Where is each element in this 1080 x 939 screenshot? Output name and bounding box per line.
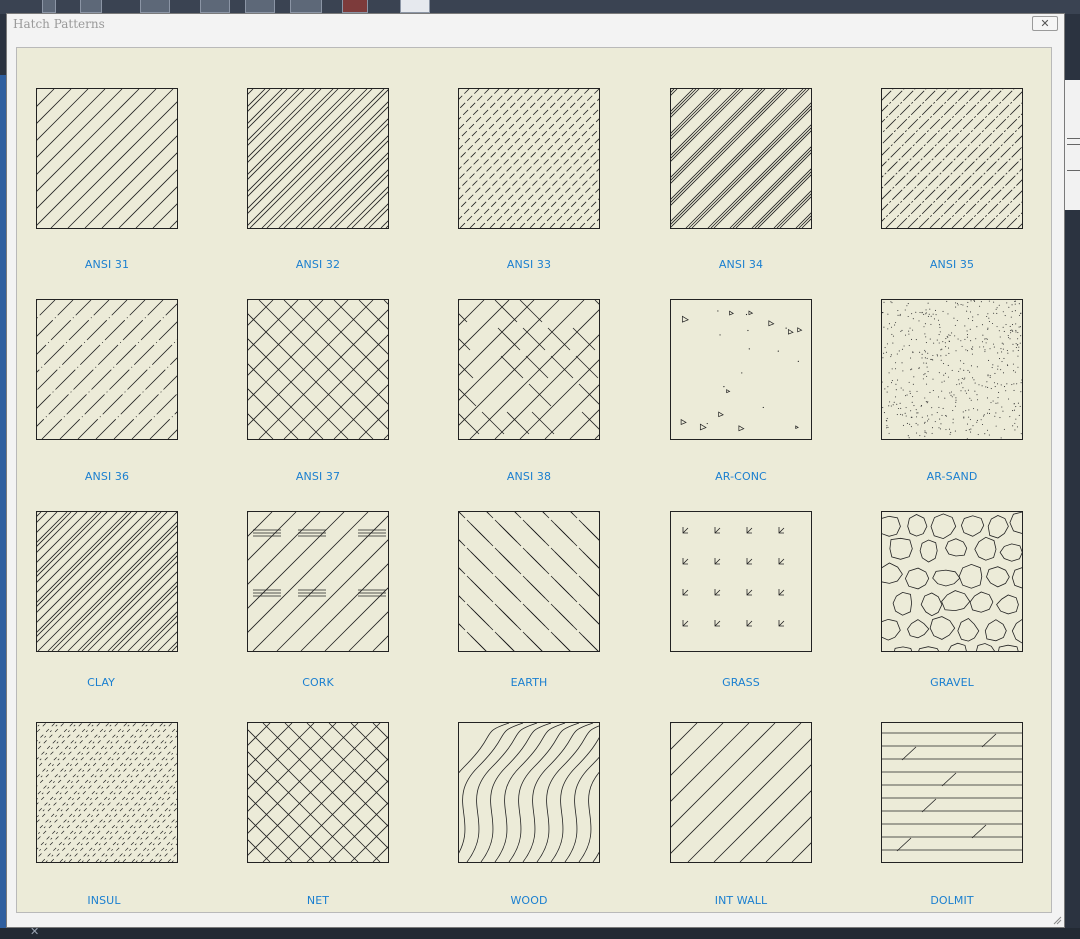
diagonal-dashed-lines-pattern-icon: [459, 89, 599, 228]
cork-pattern[interactable]: [247, 511, 389, 652]
close-button[interactable]: ✕: [1032, 16, 1058, 31]
pattern-label[interactable]: GRAVEL: [872, 676, 1032, 689]
concrete-pattern-icon: [680, 310, 803, 432]
pattern-gallery: ANSI 31 ANSI 32 ANSI 33 ANSI 34 ANSI 35 ANSI …: [16, 47, 1052, 913]
diagonal-lines-pattern-icon: [37, 89, 177, 228]
pattern-label[interactable]: ANSI 32: [238, 258, 398, 271]
diagonal-lines-pattern[interactable]: [36, 88, 178, 229]
pattern-label[interactable]: NET: [238, 894, 398, 907]
interior-wall-pattern[interactable]: [670, 722, 812, 863]
pattern-label[interactable]: ANSI 33: [449, 258, 609, 271]
pattern-label[interactable]: ANSI 38: [449, 470, 609, 483]
pattern-label[interactable]: EARTH: [449, 676, 609, 689]
crosshatch-pattern[interactable]: [247, 299, 389, 440]
dolomite-pattern-icon: [882, 732, 1022, 852]
pattern-label[interactable]: CLAY: [21, 676, 181, 689]
pattern-label[interactable]: WOOD: [449, 894, 609, 907]
grass-pattern[interactable]: [670, 511, 812, 652]
pdf-icon: [342, 0, 368, 13]
diagonal-mixed-lines-pattern-icon: [882, 89, 1022, 228]
pattern-label[interactable]: INSUL: [24, 894, 184, 907]
background-panel: [1064, 80, 1080, 210]
diagonal-double-lines-pattern-icon: [248, 89, 388, 228]
pattern-label[interactable]: ANSI 35: [872, 258, 1032, 271]
pattern-label[interactable]: DOLMIT: [872, 894, 1032, 907]
wood-grain-pattern-icon: [459, 723, 599, 862]
net-pattern-icon: [248, 723, 388, 862]
concrete-pattern[interactable]: [670, 299, 812, 440]
resize-grip-icon[interactable]: [1052, 915, 1062, 925]
earth-pattern[interactable]: [458, 511, 600, 652]
pattern-label[interactable]: ANSI 31: [27, 258, 187, 271]
pattern-label[interactable]: INT WALL: [661, 894, 821, 907]
diagonal-dashed-lines-pattern[interactable]: [458, 88, 600, 229]
pattern-label[interactable]: ANSI 37: [238, 470, 398, 483]
earth-pattern-icon: [459, 512, 599, 651]
crosshatch-broken-pattern-icon: [459, 300, 599, 439]
diagonal-dot-dash-pattern[interactable]: [36, 299, 178, 440]
cork-pattern-icon: [248, 512, 388, 651]
insulation-pattern[interactable]: [36, 722, 178, 863]
gravel-pattern-icon: [882, 512, 1022, 651]
diagonal-dot-dash-pattern-icon: [37, 300, 177, 439]
toolbar-tool-icon: [290, 0, 322, 13]
title-bar[interactable]: Hatch Patterns ✕: [7, 14, 1064, 36]
toolbar-tool-icon: [140, 0, 170, 13]
crosshatch-pattern-icon: [248, 300, 388, 439]
gravel-pattern[interactable]: [881, 511, 1023, 652]
toolbar-tool-icon: [400, 0, 430, 13]
toolbar-tool-icon: [80, 0, 102, 13]
interior-wall-pattern-icon: [671, 723, 811, 862]
crosshatch-broken-pattern[interactable]: [458, 299, 600, 440]
pattern-label[interactable]: AR-CONC: [661, 470, 821, 483]
pattern-label[interactable]: ANSI 34: [661, 258, 821, 271]
diagonal-mixed-lines-pattern[interactable]: [881, 88, 1023, 229]
background-toolbar: [0, 0, 1080, 14]
sand-pattern[interactable]: [881, 299, 1023, 440]
pattern-label[interactable]: CORK: [238, 676, 398, 689]
diagonal-triple-lines-pattern[interactable]: [670, 88, 812, 229]
pattern-label[interactable]: GRASS: [661, 676, 821, 689]
background-statusbar: ✕: [0, 925, 1080, 939]
insulation-pattern-icon: [37, 723, 177, 862]
toolbar-tool-icon: [200, 0, 230, 13]
toolbar-tool-icon: [42, 0, 56, 13]
diagonal-triple-lines-pattern-icon: [671, 89, 811, 228]
toolbar-tool-icon: [245, 0, 275, 13]
dolomite-pattern[interactable]: [881, 722, 1023, 863]
wood-grain-pattern[interactable]: [458, 722, 600, 863]
grass-pattern-icon: [682, 527, 785, 627]
sand-pattern-icon: [882, 300, 1022, 439]
pattern-label[interactable]: ANSI 36: [27, 470, 187, 483]
pattern-label[interactable]: AR-SAND: [872, 470, 1032, 483]
net-pattern[interactable]: [247, 722, 389, 863]
dialog-title: Hatch Patterns: [13, 17, 105, 31]
diagonal-double-lines-pattern[interactable]: [247, 88, 389, 229]
clay-pattern-icon: [37, 512, 177, 651]
clay-pattern[interactable]: [36, 511, 178, 652]
hatch-patterns-dialog: Hatch Patterns ✕ ANSI 31 ANSI 32 ANSI 33 AN…: [6, 13, 1065, 928]
